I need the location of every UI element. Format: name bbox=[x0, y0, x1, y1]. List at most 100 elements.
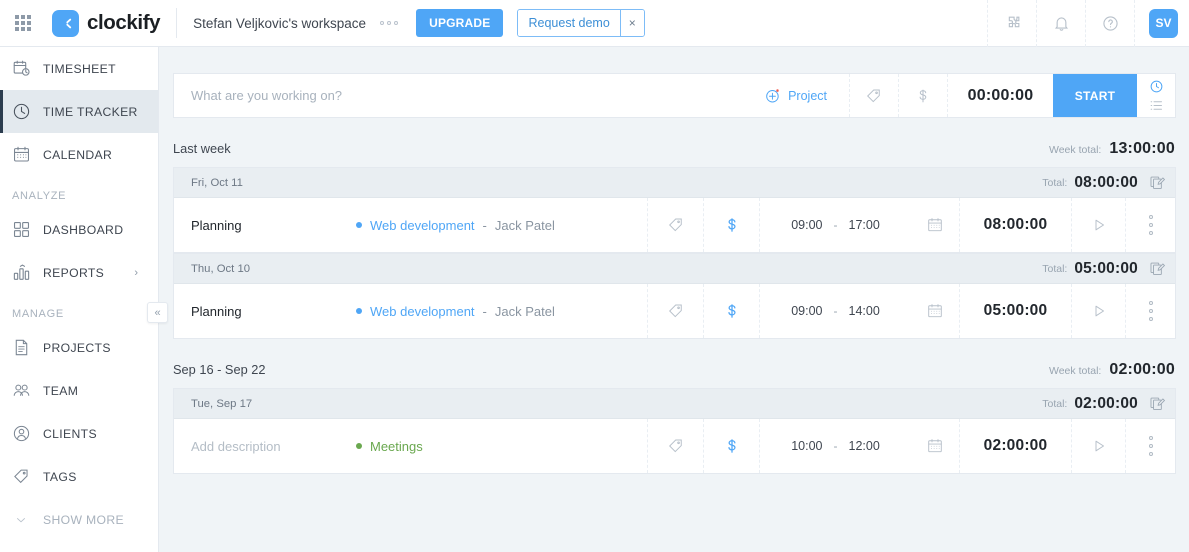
avatar[interactable]: SV bbox=[1149, 8, 1178, 38]
entry-end-time[interactable]: 14:00 bbox=[849, 304, 880, 318]
project-color-dot bbox=[356, 308, 362, 314]
entry-play-button[interactable] bbox=[1071, 284, 1125, 338]
start-button[interactable]: START bbox=[1053, 74, 1137, 117]
timer-tag-button[interactable] bbox=[849, 74, 898, 117]
project-name[interactable]: Web development bbox=[370, 304, 475, 319]
entry-more-menu[interactable] bbox=[1125, 198, 1175, 252]
entry-date-picker[interactable] bbox=[911, 284, 959, 338]
sidebar-item-label: CLIENTS bbox=[43, 426, 97, 441]
project-name[interactable]: Web development bbox=[370, 218, 475, 233]
reports-icon bbox=[10, 262, 32, 284]
clock-icon bbox=[10, 101, 32, 123]
close-icon[interactable]: × bbox=[619, 10, 644, 36]
help-icon[interactable] bbox=[1085, 0, 1134, 47]
client-name: Jack Patel bbox=[494, 217, 555, 233]
time-range-dash: - bbox=[833, 439, 838, 453]
project-name[interactable]: Meetings bbox=[370, 439, 423, 454]
day-total: Total: 05:00:00 bbox=[1042, 260, 1166, 278]
entry-date-picker[interactable] bbox=[911, 419, 959, 473]
table-row[interactable]: Add description Meetings 10:00 - 12:00 0… bbox=[174, 419, 1175, 473]
chevron-right-icon[interactable]: › bbox=[134, 267, 138, 279]
sidebar-item-tags[interactable]: TAGS bbox=[0, 455, 158, 498]
entry-start-time[interactable]: 09:00 bbox=[791, 304, 822, 318]
entry-description[interactable]: Planning bbox=[174, 284, 334, 338]
entry-project[interactable]: Web development - Jack Patel bbox=[334, 198, 647, 252]
timer-duration[interactable]: 00:00:00 bbox=[947, 74, 1053, 117]
sidebar-collapse-button[interactable]: « bbox=[147, 302, 168, 323]
entry-duration[interactable]: 02:00:00 bbox=[959, 419, 1071, 473]
day-total-label: Total: bbox=[1042, 176, 1068, 189]
sidebar-item-calendar[interactable]: CALENDAR bbox=[0, 133, 158, 176]
three-dots-icon[interactable] bbox=[380, 21, 399, 25]
timer-description-input[interactable]: What are you working on? bbox=[174, 74, 757, 117]
puzzle-icon[interactable] bbox=[987, 0, 1036, 47]
day-header: Fri, Oct 11 Total: 08:00:00 bbox=[174, 168, 1175, 198]
entry-billable-button[interactable] bbox=[703, 198, 759, 252]
entry-description[interactable]: Add description bbox=[174, 419, 334, 473]
entry-date-picker[interactable] bbox=[911, 198, 959, 252]
sidebar: TIMESHEET TIME TRACKER CALENDAR ANALYZE bbox=[0, 47, 159, 552]
sidebar-item-time-tracker[interactable]: TIME TRACKER bbox=[0, 90, 158, 133]
table-row[interactable]: Planning Web development - Jack Patel 09… bbox=[174, 284, 1175, 338]
sidebar-item-team[interactable]: TEAM bbox=[0, 369, 158, 412]
sidebar-item-label: TIME TRACKER bbox=[43, 104, 138, 119]
entry-start-time[interactable]: 09:00 bbox=[791, 218, 822, 232]
sidebar-item-reports[interactable]: REPORTS › bbox=[0, 251, 158, 294]
entry-tag-button[interactable] bbox=[647, 198, 703, 252]
week-total: Week total: 13:00:00 bbox=[1049, 140, 1175, 158]
project-color-dot bbox=[356, 443, 362, 449]
avatar-container: SV bbox=[1134, 0, 1189, 47]
entry-duration[interactable]: 08:00:00 bbox=[959, 198, 1071, 252]
add-project-button[interactable]: Project bbox=[757, 74, 849, 117]
entry-more-menu[interactable] bbox=[1125, 419, 1175, 473]
sidebar-section-title: MANAGE bbox=[12, 308, 64, 320]
entry-play-button[interactable] bbox=[1071, 198, 1125, 252]
entry-end-time[interactable]: 12:00 bbox=[849, 439, 880, 453]
sidebar-item-show-more[interactable]: SHOW MORE bbox=[0, 498, 158, 541]
grid-apps-icon[interactable] bbox=[0, 0, 46, 47]
bell-icon[interactable] bbox=[1036, 0, 1085, 47]
day-header: Tue, Sep 17 Total: 02:00:00 bbox=[174, 389, 1175, 419]
sidebar-item-label: TIMESHEET bbox=[43, 61, 116, 76]
day-label: Fri, Oct 11 bbox=[191, 176, 243, 189]
clockify-logo-icon bbox=[52, 9, 79, 37]
entry-billable-button[interactable] bbox=[703, 419, 759, 473]
sidebar-item-dashboard[interactable]: DASHBOARD bbox=[0, 208, 158, 251]
mode-toggle bbox=[1137, 74, 1175, 117]
timer-mode-icon[interactable] bbox=[1149, 79, 1164, 94]
project-color-dot bbox=[356, 222, 362, 228]
time-entries-list: Last week Week total: 13:00:00 Fri, Oct … bbox=[159, 118, 1189, 474]
sidebar-item-clients[interactable]: CLIENTS bbox=[0, 412, 158, 455]
day-label: Thu, Oct 10 bbox=[191, 262, 251, 275]
day-total-label: Total: bbox=[1042, 262, 1068, 275]
entry-project[interactable]: Meetings bbox=[334, 419, 647, 473]
duplicate-icon[interactable] bbox=[1149, 395, 1166, 412]
request-demo-label[interactable]: Request demo bbox=[518, 10, 620, 36]
entry-time-range: 09:00 - 17:00 bbox=[759, 198, 911, 252]
upgrade-button[interactable]: UPGRADE bbox=[416, 9, 504, 37]
entry-project[interactable]: Web development - Jack Patel bbox=[334, 284, 647, 338]
request-demo-banner[interactable]: Request demo × bbox=[517, 9, 645, 37]
duplicate-icon[interactable] bbox=[1149, 174, 1166, 191]
entry-tag-button[interactable] bbox=[647, 419, 703, 473]
entry-start-time[interactable]: 10:00 bbox=[791, 439, 822, 453]
workspace-name[interactable]: Stefan Veljkovic's workspace bbox=[193, 16, 366, 31]
timer-billable-button[interactable] bbox=[898, 74, 947, 117]
sidebar-item-projects[interactable]: PROJECTS bbox=[0, 326, 158, 369]
entry-tag-button[interactable] bbox=[647, 284, 703, 338]
sidebar-item-timesheet[interactable]: TIMESHEET bbox=[0, 47, 158, 90]
entry-end-time[interactable]: 17:00 bbox=[849, 218, 880, 232]
duplicate-icon[interactable] bbox=[1149, 260, 1166, 277]
entry-billable-button[interactable] bbox=[703, 284, 759, 338]
clockify-logo[interactable]: clockify bbox=[46, 9, 161, 37]
header-divider bbox=[176, 8, 178, 38]
week-header: Last week Week total: 13:00:00 bbox=[159, 118, 1189, 167]
table-row[interactable]: Planning Web development - Jack Patel 09… bbox=[174, 198, 1175, 252]
day-total: Total: 08:00:00 bbox=[1042, 174, 1166, 192]
manual-mode-icon[interactable] bbox=[1149, 99, 1164, 112]
entry-play-button[interactable] bbox=[1071, 419, 1125, 473]
entry-duration[interactable]: 05:00:00 bbox=[959, 284, 1071, 338]
entry-description[interactable]: Planning bbox=[174, 198, 334, 252]
entry-more-menu[interactable] bbox=[1125, 284, 1175, 338]
project-client-separator: - bbox=[482, 303, 487, 319]
